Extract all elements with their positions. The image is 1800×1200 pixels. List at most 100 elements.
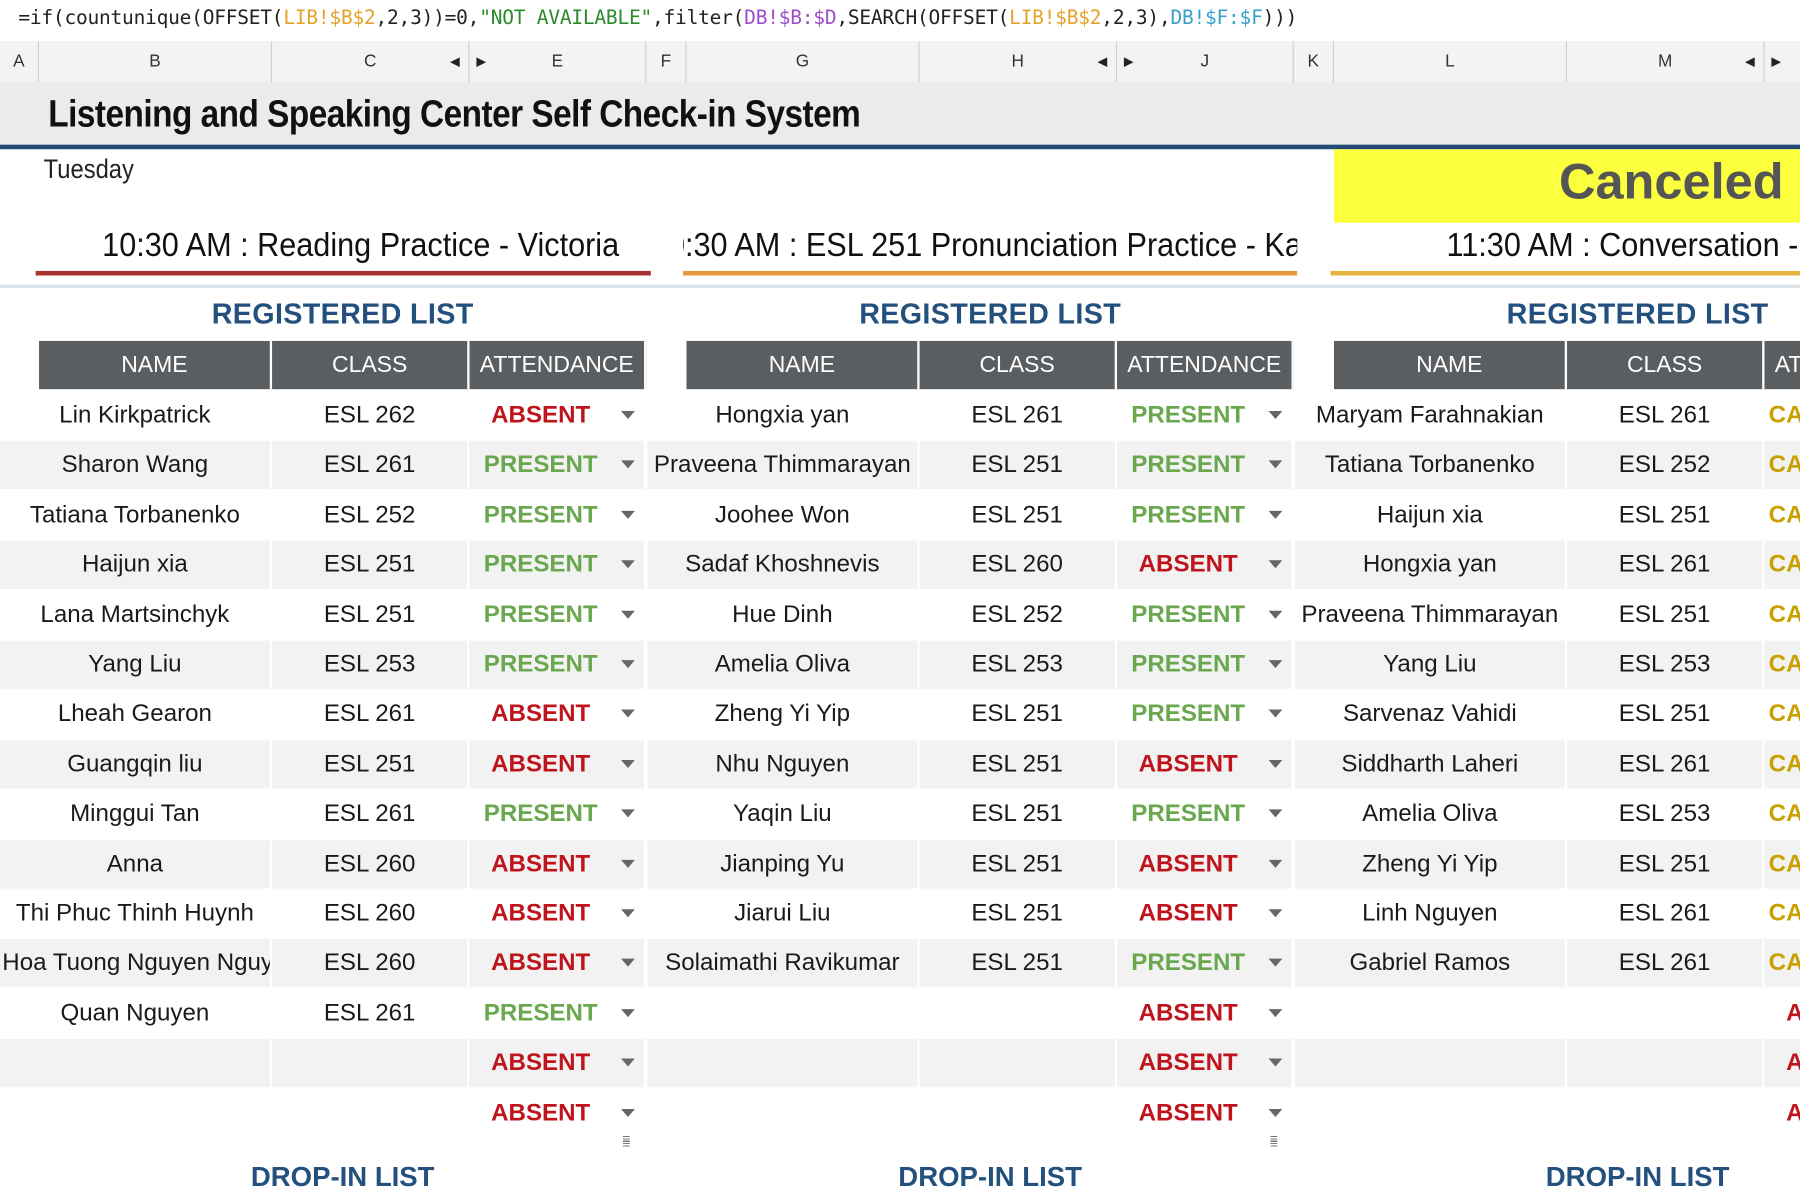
attendance-dropdown[interactable]: PRESENT (1117, 640, 1294, 689)
attendance-dropdown[interactable]: ABSENT (470, 1088, 647, 1138)
attendance-dropdown[interactable]: ABSENT (1117, 989, 1294, 1038)
attendance-dropdown[interactable]: ABSENT (1117, 1088, 1294, 1138)
column-header-a[interactable]: A (0, 41, 40, 83)
chevron-down-icon[interactable] (1268, 460, 1283, 469)
attendance-dropdown[interactable]: PRESENT (470, 491, 647, 540)
attendance-dropdown[interactable]: ABSENT (470, 1039, 647, 1088)
attendance-dropdown[interactable]: PRESENT (470, 790, 647, 839)
attendance-dropdown[interactable]: PRESENT (1117, 939, 1294, 988)
column-header-l[interactable]: L (1334, 41, 1568, 83)
attendance-dropdown[interactable]: CANCELED (1764, 840, 1800, 888)
attendance-dropdown[interactable]: PRESENT (1117, 790, 1294, 839)
attendance-dropdown[interactable]: CANCELED (1764, 641, 1800, 689)
attendance-dropdown[interactable]: ABSENT (470, 740, 647, 789)
column-header-e[interactable]: E (470, 41, 647, 83)
attendance-dropdown[interactable]: CANCELED (1764, 491, 1800, 539)
attendance-dropdown[interactable]: CANCELED (1764, 940, 1800, 988)
chevron-down-icon[interactable] (1268, 909, 1283, 918)
chevron-down-icon[interactable] (1268, 959, 1283, 968)
collapse-left-icon[interactable]: ◀ (1097, 41, 1107, 82)
column-header-g[interactable]: G (687, 41, 920, 83)
chevron-down-icon[interactable] (621, 959, 635, 968)
formula-bar[interactable]: =if(countunique(OFFSET(LIB!$B$2,2,3))=0,… (0, 0, 1800, 43)
column-header-c[interactable]: C (272, 41, 470, 83)
attendance-dropdown[interactable]: CANCELED (1764, 740, 1800, 788)
attendance-dropdown[interactable]: ABSENT (1117, 889, 1294, 938)
chevron-down-icon[interactable] (621, 709, 635, 718)
chevron-down-icon[interactable] (621, 460, 635, 469)
chevron-down-icon[interactable] (1268, 709, 1283, 718)
chevron-down-icon[interactable] (621, 510, 635, 519)
chevron-down-icon[interactable] (1268, 510, 1283, 519)
attendance-dropdown[interactable]: PRESENT (470, 590, 647, 639)
registered-list-title: REGISTERED LIST (859, 298, 1122, 331)
chevron-down-icon[interactable] (621, 660, 635, 669)
chevron-down-icon[interactable] (1268, 660, 1283, 669)
column-header-m[interactable]: M (1567, 41, 1765, 83)
chevron-down-icon[interactable] (1268, 560, 1283, 569)
attendance-dropdown[interactable]: ABSENT (1117, 540, 1294, 590)
attendance-dropdown[interactable]: ABSENT (1117, 1039, 1294, 1088)
attendance-dropdown[interactable]: CANCELED (1764, 690, 1800, 738)
chevron-down-icon[interactable] (621, 1058, 635, 1067)
column-header-j[interactable]: J (1117, 41, 1294, 83)
chevron-down-icon[interactable] (621, 909, 635, 918)
column-header-k[interactable]: K (1294, 41, 1334, 83)
attendance-dropdown[interactable]: CANCELED (1764, 591, 1800, 639)
attendance-dropdown[interactable]: PRESENT (1117, 690, 1294, 739)
chevron-down-icon[interactable] (1268, 809, 1283, 818)
chevron-down-icon[interactable] (1268, 610, 1283, 619)
attendance-dropdown[interactable]: CANCELED (1764, 541, 1800, 589)
attendance-dropdown[interactable]: PRESENT (470, 640, 647, 689)
attendance-dropdown[interactable]: ABSENT (470, 391, 647, 440)
day-label: Tuesday (43, 153, 134, 184)
attendance-dropdown[interactable]: PRESENT (1117, 441, 1294, 490)
collapse-left-icon[interactable]: ◀ (450, 41, 460, 82)
class-cell: ESL 251 (920, 740, 1118, 789)
resize-handle-icon[interactable]: ≡ ≡ (622, 1132, 633, 1150)
attendance-dropdown[interactable]: PRESENT (1117, 491, 1294, 540)
chevron-down-icon[interactable] (1268, 1008, 1283, 1017)
chevron-down-icon[interactable] (1268, 410, 1283, 420)
formula-text[interactable]: =if(countunique(OFFSET(LIB!$B$2,2,3))=0,… (18, 7, 1297, 30)
column-header-h[interactable]: H (920, 41, 1118, 83)
attendance-dropdown[interactable]: ABSENT (1764, 989, 1800, 1037)
attendance-dropdown[interactable]: CANCELED (1764, 391, 1800, 439)
chevron-down-icon[interactable] (1268, 859, 1283, 868)
chevron-down-icon[interactable] (621, 410, 635, 420)
attendance-dropdown[interactable]: CANCELED (1764, 441, 1800, 489)
chevron-down-icon[interactable] (621, 859, 635, 868)
attendance-dropdown[interactable]: ABSENT (1117, 740, 1294, 789)
column-header-b[interactable]: B (39, 41, 273, 83)
chevron-down-icon[interactable] (1268, 1058, 1283, 1067)
attendance-dropdown[interactable]: ABSENT (1764, 1089, 1800, 1137)
student-name-cell: Yang Liu (1295, 640, 1568, 689)
attendance-dropdown[interactable]: ABSENT (1117, 839, 1294, 889)
attendance-dropdown[interactable]: ABSENT (470, 690, 647, 739)
chevron-down-icon[interactable] (1268, 759, 1283, 768)
chevron-down-icon[interactable] (1268, 1108, 1283, 1117)
column-header-f[interactable]: F (646, 41, 687, 83)
attendance-dropdown[interactable]: ABSENT (470, 839, 647, 889)
attendance-dropdown[interactable]: PRESENT (470, 441, 647, 490)
attendance-dropdown[interactable]: CANCELED (1764, 790, 1800, 838)
attendance-dropdown[interactable]: PRESENT (470, 540, 647, 590)
chevron-down-icon[interactable] (621, 610, 635, 619)
student-name-cell: Guangqin liu (0, 740, 273, 789)
attendance-dropdown[interactable]: ABSENT (470, 939, 647, 988)
expand-right-icon[interactable]: ▶ (1771, 41, 1781, 82)
chevron-down-icon[interactable] (621, 560, 635, 569)
chevron-down-icon[interactable] (621, 759, 635, 768)
attendance-dropdown[interactable]: ABSENT (1764, 1039, 1800, 1087)
formula-ref: LIB!$B$2 (283, 6, 376, 30)
attendance-dropdown[interactable]: ABSENT (470, 889, 647, 938)
resize-handle-icon[interactable]: ≡ ≡ (1270, 1132, 1281, 1150)
chevron-down-icon[interactable] (621, 1108, 635, 1117)
attendance-dropdown[interactable]: PRESENT (1117, 590, 1294, 639)
collapse-left-icon[interactable]: ◀ (1745, 41, 1755, 82)
attendance-dropdown[interactable]: PRESENT (470, 989, 647, 1038)
chevron-down-icon[interactable] (621, 809, 635, 818)
attendance-dropdown[interactable]: CANCELED (1764, 890, 1800, 938)
attendance-dropdown[interactable]: PRESENT (1117, 391, 1294, 440)
chevron-down-icon[interactable] (621, 1008, 635, 1017)
